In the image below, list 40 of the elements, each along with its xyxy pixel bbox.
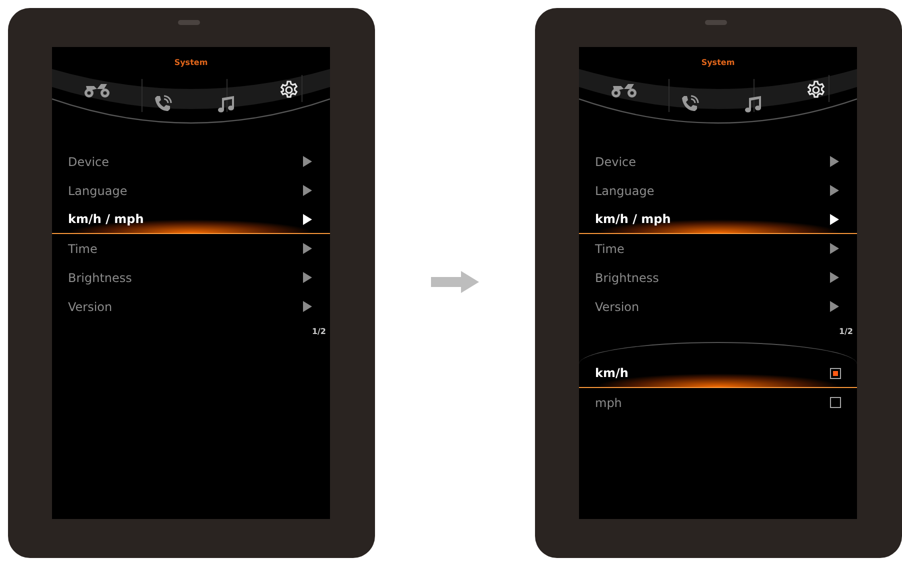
chevron-icon — [830, 185, 839, 196]
speaker-slot — [178, 20, 200, 25]
speaker-slot — [705, 20, 727, 25]
chevron-icon — [303, 156, 312, 167]
menu-item[interactable]: Time — [579, 234, 857, 263]
chevron-icon — [303, 214, 312, 224]
motorbike-icon — [610, 82, 636, 98]
settings-icon — [806, 80, 826, 100]
page-indicator: 1/2 — [312, 327, 326, 336]
chevron-icon — [303, 185, 312, 196]
music-note-icon — [742, 94, 762, 114]
page-indicator: 1/2 — [838, 327, 853, 336]
menu-item[interactable]: Time — [52, 234, 330, 263]
screen-title: System — [701, 58, 735, 67]
settings-icon — [278, 80, 298, 100]
phone-icon — [152, 94, 172, 114]
menu-item[interactable]: Version — [579, 292, 857, 321]
checkbox[interactable] — [830, 397, 841, 408]
arrow-icon — [431, 271, 479, 293]
menu-item[interactable]: Device — [579, 147, 857, 176]
menu-item[interactable]: Language — [52, 176, 330, 205]
screen-title: System — [174, 58, 208, 67]
chevron-icon — [830, 272, 839, 283]
menu-item[interactable]: Language — [579, 176, 857, 205]
chevron-icon — [303, 272, 312, 283]
menu-item[interactable]: Brightness — [579, 263, 857, 292]
motorbike-icon — [84, 82, 110, 98]
chevron-icon — [303, 243, 312, 254]
chevron-icon — [830, 243, 839, 254]
chevron-icon — [830, 301, 839, 312]
checkbox[interactable] — [830, 368, 841, 378]
music-note-icon — [216, 94, 236, 114]
menu-item[interactable]: Brightness — [52, 263, 330, 292]
menu-item[interactable]: Device — [52, 147, 330, 176]
chevron-icon — [830, 214, 839, 224]
phone-icon — [680, 94, 700, 114]
option-item[interactable]: mph — [579, 388, 857, 417]
menu-item[interactable]: Version — [52, 292, 330, 321]
chevron-icon — [303, 301, 312, 312]
chevron-icon — [830, 156, 839, 167]
